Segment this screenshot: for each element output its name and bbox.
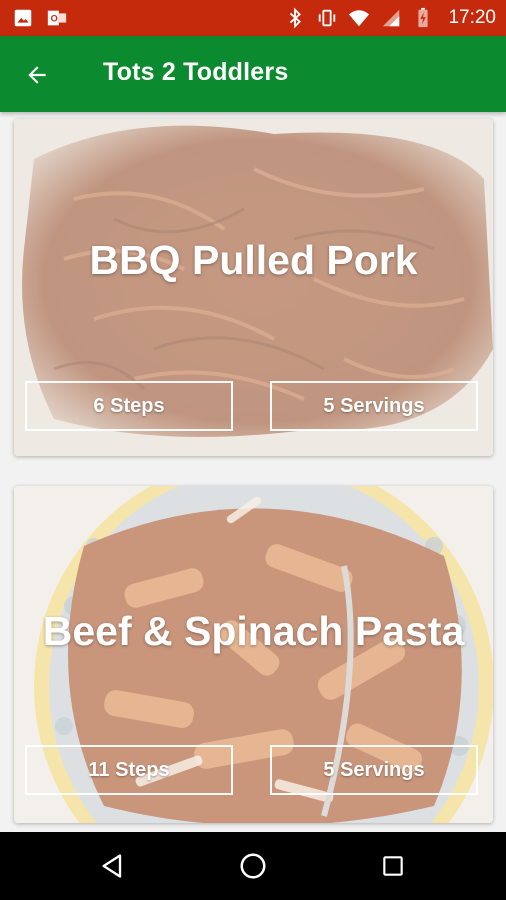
status-time: 17:20 [448,7,496,28]
nav-back-icon [102,854,122,878]
nav-home-icon [240,853,266,879]
recipe-title: BBQ Pulled Pork [89,237,418,283]
steps-badge: 6 Steps [25,381,233,431]
recipe-card-beef-spinach-pasta[interactable]: Beef & Spinach Pasta 11 Steps 5 Servings [14,486,493,823]
status-left: O [12,7,68,29]
status-right: 17:20 [284,7,496,29]
vibrate-icon [319,9,336,27]
wifi-icon [349,10,370,27]
status-bar: O 17:20 [0,0,506,36]
image-icon [14,9,32,27]
servings-badge: 5 Servings [270,745,478,795]
nav-recents-icon [383,856,403,876]
recipe-list[interactable]: BBQ Pulled Pork 6 Steps 5 Servings Beef … [0,112,506,832]
app-bar: Tots 2 Toddlers [0,36,506,112]
signal-icon [383,9,400,27]
bluetooth-icon [290,7,302,29]
back-button[interactable] [14,52,60,98]
system-nav-bar [0,832,506,900]
recipe-card-bbq-pulled-pork[interactable]: BBQ Pulled Pork 6 Steps 5 Servings [14,119,493,456]
app-title: Tots 2 Toddlers [103,58,289,86]
nav-recents-button[interactable] [371,844,415,888]
outlook-icon: O [47,10,67,26]
servings-badge: 5 Servings [270,381,478,431]
recipe-title: Beef & Spinach Pasta [42,608,465,654]
arrow-back-icon [28,66,46,84]
battery-charging-icon [418,7,429,28]
svg-text:O: O [51,14,58,24]
nav-home-button[interactable] [231,844,275,888]
nav-back-button[interactable] [91,844,135,888]
steps-badge: 11 Steps [25,745,233,795]
